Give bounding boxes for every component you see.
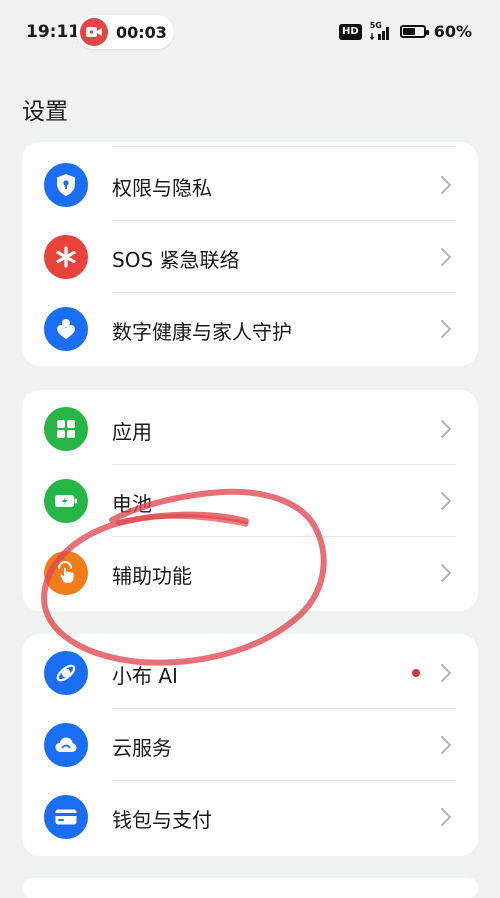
shield-icon (44, 163, 88, 207)
notification-dot (412, 669, 420, 677)
cloud-icon (44, 723, 88, 767)
chevron-right-icon (441, 492, 451, 510)
settings-item-label: 云服务 (112, 736, 172, 760)
settings-item-label: 应用 (112, 420, 152, 444)
signal-icon: 5G (369, 21, 392, 40)
battery-icon (399, 25, 429, 38)
chevron-right-icon (441, 176, 451, 194)
touch-hand-icon (44, 551, 88, 595)
system-icons: HD 5G 60% (339, 21, 472, 41)
settings-group-services: 小布 AI 云服务 钱包与支付 (22, 634, 478, 856)
chevron-right-icon (441, 808, 451, 826)
settings-item-label: 数字健康与家人守护 (112, 320, 292, 344)
settings-item-ai-assistant[interactable]: 小布 AI (22, 637, 478, 709)
asterisk-icon (44, 235, 88, 279)
battery-charging-icon (44, 479, 88, 523)
settings-item-accessibility[interactable]: 辅助功能 (22, 537, 478, 609)
recording-timer: 00:03 (116, 23, 167, 42)
settings-item-sos[interactable]: SOS 紧急联络 (22, 221, 478, 293)
settings-item-label: 电池 (112, 492, 152, 516)
settings-group-device: 应用 电池 辅助功能 (22, 390, 478, 611)
status-bar: 19:11 00:03 HD 5G 60% (0, 0, 500, 64)
settings-item-privacy[interactable]: 权限与隐私 (22, 149, 478, 221)
chevron-right-icon (441, 420, 451, 438)
status-time: 19:11 (26, 22, 81, 42)
settings-item-battery[interactable]: 电池 (22, 465, 478, 537)
settings-item-label: 辅助功能 (112, 564, 192, 588)
ai-assistant-icon (44, 651, 88, 695)
chevron-right-icon (441, 320, 451, 338)
chevron-right-icon (441, 736, 451, 754)
settings-item-cloud-service[interactable]: 云服务 (22, 709, 478, 781)
settings-group-privacy: 权限与隐私 SOS 紧急联络 数字健康与家人守护 (22, 142, 478, 366)
chevron-right-icon (441, 248, 451, 266)
settings-item-label: SOS 紧急联络 (112, 248, 240, 272)
settings-group-next (22, 878, 478, 898)
chevron-right-icon (441, 664, 451, 682)
hd-icon: HD (339, 23, 362, 40)
card-icon (44, 795, 88, 839)
settings-item-digital-wellbeing[interactable]: 数字健康与家人守护 (22, 293, 478, 365)
chevron-right-icon (441, 564, 451, 582)
battery-percent: 60% (433, 22, 472, 41)
screen-recording-pill[interactable]: 00:03 (76, 15, 174, 49)
video-camera-icon (80, 18, 108, 46)
settings-item-label: 权限与隐私 (112, 176, 212, 200)
page-title: 设置 (22, 99, 68, 125)
family-care-icon (44, 307, 88, 351)
settings-item-label: 钱包与支付 (112, 808, 212, 832)
settings-item-label: 小布 AI (112, 664, 178, 688)
apps-grid-icon (44, 407, 88, 451)
settings-item-apps[interactable]: 应用 (22, 393, 478, 465)
settings-item-wallet[interactable]: 钱包与支付 (22, 781, 478, 853)
